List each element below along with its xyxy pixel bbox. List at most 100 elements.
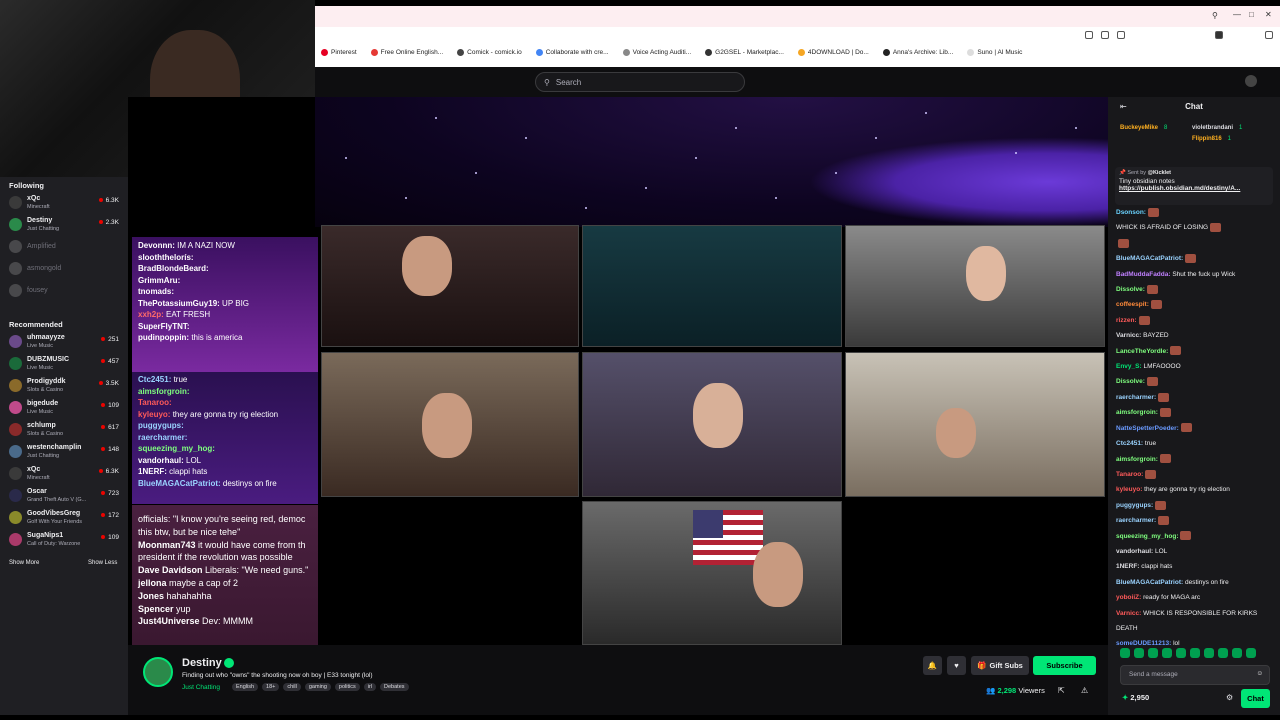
bookmark-item[interactable]: Suno | AI Music <box>967 49 1022 56</box>
bookmark-item[interactable]: G2GSEL - Marketplac... <box>705 49 784 56</box>
quick-emote-icon[interactable] <box>1162 648 1172 658</box>
quick-emote-icon[interactable] <box>1190 648 1200 658</box>
subscribe-button[interactable]: Subscribe <box>1033 656 1096 675</box>
stream-tag[interactable]: irl <box>363 683 377 691</box>
chat-username[interactable]: aimsforgroin: <box>1116 409 1158 416</box>
extensions-icon[interactable] <box>1085 31 1093 39</box>
sidebar-channel[interactable]: xQc Minecraft 6.3K <box>9 194 121 216</box>
share-icon[interactable] <box>1101 31 1109 39</box>
quick-emote-icon[interactable] <box>1134 648 1144 658</box>
pinned-link[interactable]: https://publish.obsidian.md/destiny/A... <box>1119 185 1269 192</box>
profile-icon[interactable] <box>1215 31 1223 39</box>
channel-points[interactable]: ✦ 2,950 <box>1122 693 1149 702</box>
chat-username[interactable]: yoboiiZ: <box>1116 594 1141 601</box>
bookmark-item[interactable]: Free Online English... <box>370 49 443 56</box>
chat-username[interactable]: Dissolve: <box>1116 286 1145 293</box>
video-player[interactable]: Devonnn: IM A NAZI NOW slooththelorís: Bra… <box>128 97 1108 645</box>
stream-category[interactable]: Just Chatting <box>182 684 220 691</box>
leaderboard-entry[interactable]: Flippin816 1 <box>1192 136 1231 142</box>
sidebar-channel[interactable]: westenchamplin Just Chatting 148 <box>9 443 121 465</box>
maximize-icon[interactable]: □ <box>1249 10 1254 19</box>
chat-username[interactable]: Varnicc: <box>1116 610 1141 617</box>
sidebar-channel[interactable]: GoodVibesGreg Golf With Your Friends 172 <box>9 509 121 531</box>
show-less-link[interactable]: Show Less <box>88 560 117 566</box>
quick-emote-icon[interactable] <box>1176 648 1186 658</box>
bookmark-item[interactable]: Comick - comick.io <box>457 49 522 56</box>
bookmark-item[interactable]: Anna's Archive: Lib... <box>882 49 953 56</box>
chat-username[interactable]: Dissolve: <box>1116 378 1145 385</box>
chat-username[interactable]: BlueMAGACatPatriot: <box>1116 579 1183 586</box>
user-avatar-icon[interactable] <box>1245 75 1257 87</box>
chat-username[interactable]: kyleuyo: <box>1116 486 1142 493</box>
sidebar-channel[interactable]: fousey <box>9 282 121 304</box>
leaderboard-entry[interactable]: violetbrandani 1 <box>1192 125 1242 131</box>
sidebar-channel[interactable]: Destiny Just Chatting 2.3K <box>9 216 121 238</box>
chat-username[interactable]: puggygups: <box>1116 502 1153 509</box>
sidebar-channel[interactable]: asmongold <box>9 260 121 282</box>
leaderboard-entry[interactable]: BuckeyeMike 8 <box>1120 125 1167 131</box>
sidebar-channel[interactable]: DUBZMUSIC Live Music 457 <box>9 355 121 377</box>
chat-username[interactable]: coffeespit: <box>1116 301 1149 308</box>
chat-username[interactable]: raercharmer: <box>1116 517 1156 524</box>
notification-bell-button[interactable]: 🔔 <box>923 656 942 675</box>
sidebar-channel[interactable]: SugaNips1 Call of Duty: Warzone 109 <box>9 531 121 553</box>
chat-username[interactable]: BadMuddaFadda: <box>1116 271 1171 278</box>
sidebar-channel[interactable]: uhmaayyze Live Music 251 <box>9 333 121 355</box>
stream-tag[interactable]: English <box>232 683 259 691</box>
sidebar-channel[interactable]: Amplified <box>9 238 121 260</box>
sidebar-channel[interactable]: Oscar Grand Theft Auto V (G... 723 <box>9 487 121 509</box>
chat-settings-icon[interactable]: ⚙ <box>1226 693 1233 702</box>
pinned-message[interactable]: 📌 Sent by @Kicklet Tiny obsidian notes h… <box>1115 167 1273 205</box>
emote-picker-icon[interactable]: ☺ <box>1256 670 1263 677</box>
chat-username[interactable]: aimsforgroin: <box>1116 456 1158 463</box>
stream-tag[interactable]: 18+ <box>262 683 280 691</box>
close-icon[interactable]: ✕ <box>1265 10 1272 19</box>
menu-icon[interactable] <box>1265 31 1273 39</box>
quick-emote-icon[interactable] <box>1204 648 1214 658</box>
chat-username[interactable]: 1NERF: <box>1116 563 1139 570</box>
channel-avatar[interactable] <box>143 657 173 687</box>
follow-heart-button[interactable]: ♥ <box>947 656 966 675</box>
quick-emote-icon[interactable] <box>1246 648 1256 658</box>
bookmark-item[interactable]: 4DOWNLOAD | Do... <box>797 49 869 56</box>
download-icon[interactable] <box>1117 31 1125 39</box>
bookmark-item[interactable]: Voice Acting Auditi... <box>622 49 691 56</box>
quick-emote-icon[interactable] <box>1218 648 1228 658</box>
report-icon[interactable]: ⚠ <box>1081 686 1088 695</box>
chat-username[interactable]: Envy_S: <box>1116 363 1142 370</box>
chat-send-button[interactable]: Chat <box>1241 689 1270 708</box>
bookmark-item[interactable]: Collaborate with cre... <box>535 49 609 56</box>
chat-input[interactable]: Send a message ☺ <box>1120 665 1270 685</box>
sidebar-channel[interactable]: xQc Minecraft 6.3K <box>9 465 121 487</box>
quick-emote-icon[interactable] <box>1232 648 1242 658</box>
gift-subs-button[interactable]: 🎁 Gift Subs <box>971 656 1029 675</box>
chat-username[interactable]: NatteSpetterPoeder: <box>1116 425 1179 432</box>
chat-username[interactable]: Tanaroo: <box>1116 471 1143 478</box>
chat-username[interactable]: vandorhaul: <box>1116 548 1153 555</box>
stream-tag[interactable]: gaming <box>304 683 331 691</box>
stream-tag[interactable]: chill <box>283 683 301 691</box>
chat-username[interactable]: squeezing_my_hog: <box>1116 533 1178 540</box>
bookmark-item[interactable]: Pinterest <box>321 49 357 56</box>
stream-tag[interactable]: Debates <box>380 683 409 691</box>
chat-username[interactable]: Varnicc: <box>1116 332 1141 339</box>
minimize-icon[interactable]: — <box>1233 10 1241 19</box>
sidebar-channel[interactable]: Prodigyddk Slots & Casino 3.5K <box>9 377 121 399</box>
sidebar-channel[interactable]: schlump Slots & Casino 617 <box>9 421 121 443</box>
sidebar-channel[interactable]: bigedude Live Music 109 <box>9 399 121 421</box>
quick-emote-icon[interactable] <box>1120 648 1130 658</box>
chat-username[interactable]: BlueMAGACatPatriot: <box>1116 255 1183 262</box>
search-input[interactable]: ⚲ Search <box>535 72 745 92</box>
stream-tag[interactable]: politics <box>334 683 360 691</box>
chat-username[interactable]: rizzen: <box>1116 317 1137 324</box>
quick-emote-icon[interactable] <box>1148 648 1158 658</box>
show-more-link[interactable]: Show More <box>9 560 39 566</box>
chat-username[interactable]: Ctc2451: <box>1116 440 1143 447</box>
channel-name[interactable]: Destiny <box>182 657 222 669</box>
search-icon[interactable]: ⚲ <box>1212 11 1218 20</box>
chat-username[interactable]: LanceTheYordle: <box>1116 348 1168 355</box>
chat-username[interactable]: someDUDE11213: <box>1116 640 1171 647</box>
chat-username[interactable]: Dsonson: <box>1116 209 1146 216</box>
chat-username[interactable]: raercharmer: <box>1116 394 1156 401</box>
share-icon[interactable]: ⇱ <box>1058 686 1065 695</box>
